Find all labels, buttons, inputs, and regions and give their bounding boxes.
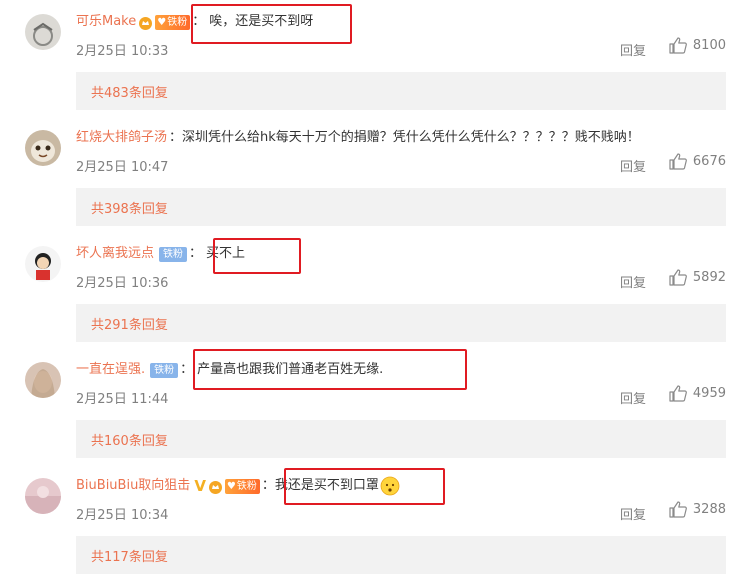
heart-icon: ♥ — [157, 16, 167, 28]
like-count: 6676 — [692, 154, 726, 169]
fans-badge: 铁粉 — [159, 246, 188, 262]
highlight-box — [284, 468, 445, 505]
thumbs-up-icon — [669, 153, 687, 170]
like-count: 8100 — [692, 38, 726, 53]
reply-button[interactable]: 回复 — [620, 40, 646, 59]
colon: ： — [261, 478, 275, 493]
thumbs-up-icon — [669, 37, 687, 54]
comment-time: 2月25日 11:44 — [76, 392, 169, 407]
replies-panel: 共160条回复 — [76, 420, 726, 458]
colon: ： — [180, 362, 194, 377]
like-count: 3288 — [692, 502, 726, 517]
like-button[interactable]: 5892 — [669, 269, 726, 286]
colon: ： — [169, 130, 183, 145]
username-link[interactable]: 坏人离我远点 — [76, 244, 154, 264]
comment-item: 坏人离我远点 铁粉 ： 买不上 2月25日 10:36 回复 5892 共291… — [0, 232, 748, 348]
replies-panel: 共117条回复 — [76, 536, 726, 574]
view-replies-link[interactable]: 共117条回复 — [91, 546, 168, 565]
avatar[interactable] — [25, 478, 61, 514]
colon: ： — [189, 246, 203, 261]
reply-button[interactable]: 回复 — [620, 272, 646, 291]
fans-badge: ♥ 铁粉 — [224, 478, 260, 494]
comment-time: 2月25日 10:33 — [76, 44, 169, 59]
username-link[interactable]: 可乐Make — [76, 12, 136, 32]
like-button[interactable]: 3288 — [669, 501, 726, 518]
vip-crown-icon — [208, 480, 222, 494]
username-link[interactable]: 一直在逞强. — [76, 360, 145, 380]
avatar[interactable] — [25, 130, 61, 166]
username-link[interactable]: BiuBiuBiu取向狙击 — [76, 476, 190, 496]
replies-panel: 共291条回复 — [76, 304, 726, 342]
reply-button[interactable]: 回复 — [620, 388, 646, 407]
username-link[interactable]: 红烧大排鸽子汤 — [76, 128, 167, 148]
view-replies-link[interactable]: 共291条回复 — [91, 314, 168, 333]
replies-panel: 共483条回复 — [76, 72, 726, 110]
replies-panel: 共398条回复 — [76, 188, 726, 226]
heart-icon: ♥ — [226, 480, 236, 492]
comment-item: 红烧大排鸽子汤 ： 深圳凭什么给hk每天十万个的捐赠？凭什么凭什么凭什么？？？？… — [0, 116, 748, 232]
highlight-box — [191, 4, 352, 44]
comment-time: 2月25日 10:47 — [76, 160, 169, 175]
thumbs-up-icon — [669, 385, 687, 402]
fans-badge: ♥ 铁粉 — [155, 14, 191, 30]
fans-badge: 铁粉 — [150, 362, 179, 378]
like-count: 5892 — [692, 270, 726, 285]
highlight-box — [193, 349, 467, 390]
comment-text: 深圳凭什么给hk每天十万个的捐赠？凭什么凭什么凭什么？？？？？贱不贱呐！ — [182, 130, 640, 145]
vip-crown-icon — [139, 16, 153, 30]
view-replies-link[interactable]: 共160条回复 — [91, 430, 168, 449]
view-replies-link[interactable]: 共483条回复 — [91, 82, 168, 101]
comment-item: 一直在逞强. 铁粉 ： 产量高也跟我们普通老百姓无缘. 2月25日 11:44 … — [0, 348, 748, 464]
comment-item: 可乐Make ♥ 铁粉 ： 唉，还是买不到呀 2月25日 10:33 回复 810… — [0, 0, 748, 116]
reply-button[interactable]: 回复 — [620, 504, 646, 523]
comment-item: BiuBiuBiu取向狙击 V ♥ 铁粉 ： 我还是买不到口罩 2月25日 10:… — [0, 464, 748, 584]
thumbs-up-icon — [669, 501, 687, 518]
like-button[interactable]: 6676 — [669, 153, 726, 170]
comment-header: 红烧大排鸽子汤 ： 深圳凭什么给hk每天十万个的捐赠？凭什么凭什么凭什么？？？？… — [76, 128, 640, 148]
verified-v-icon: V — [194, 477, 206, 495]
like-count: 4959 — [692, 386, 726, 401]
highlight-box — [213, 238, 301, 274]
like-button[interactable]: 8100 — [669, 37, 726, 54]
avatar[interactable] — [25, 246, 61, 282]
avatar[interactable] — [25, 14, 61, 50]
like-button[interactable]: 4959 — [669, 385, 726, 402]
comment-time: 2月25日 10:34 — [76, 508, 169, 523]
avatar[interactable] — [25, 362, 61, 398]
comment-time: 2月25日 10:36 — [76, 276, 169, 291]
reply-button[interactable]: 回复 — [620, 156, 646, 175]
thumbs-up-icon — [669, 269, 687, 286]
view-replies-link[interactable]: 共398条回复 — [91, 198, 168, 217]
